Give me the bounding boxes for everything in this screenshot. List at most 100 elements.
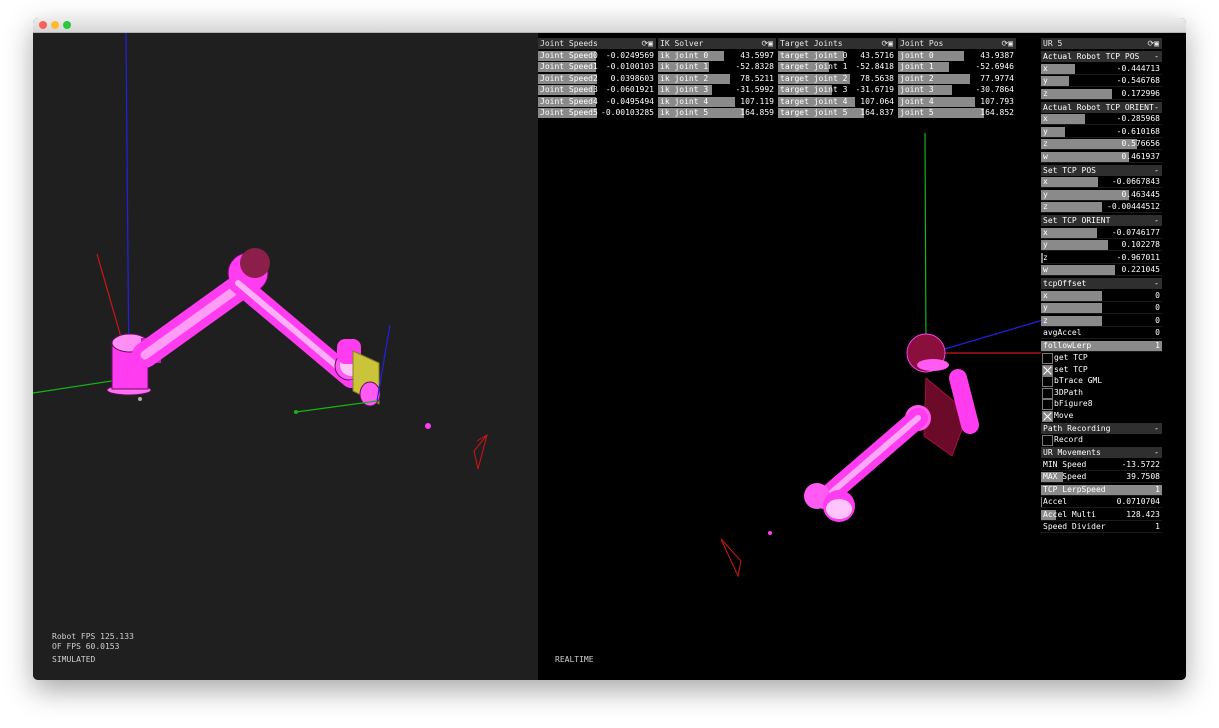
slider-target-joint-4[interactable]: target joint 4 107.064 xyxy=(778,96,896,107)
collapse-icon[interactable]: - xyxy=(1154,102,1159,113)
zoom-window-button[interactable] xyxy=(63,21,71,29)
slider-target-joint-3[interactable]: target joint 3 -31.6719 xyxy=(778,85,896,95)
checkbox[interactable] xyxy=(1042,435,1053,446)
slider-tcpoffset-z[interactable]: z0 xyxy=(1041,315,1162,327)
slider-set-tcp-orient-y[interactable]: y 0.102278 xyxy=(1041,240,1162,251)
slider-label: z xyxy=(1043,252,1048,262)
slider-value: -0.0100103 xyxy=(605,62,654,71)
panel-header[interactable]: Target Joints ⟳▣ xyxy=(778,38,896,49)
slider-actual-robot-tcp-pos-y[interactable]: y -0.546768 xyxy=(1041,76,1162,87)
slider-joint-speed5[interactable]: Joint Speed5 -0.00103285 xyxy=(538,108,656,118)
slider-fill xyxy=(1041,88,1113,99)
slider-accel-multi[interactable]: Accel Multi 128.423 xyxy=(1041,509,1162,521)
checkbox[interactable] xyxy=(1042,399,1053,410)
slider-ik-joint-5[interactable]: ik joint 5 164.859 xyxy=(658,108,776,118)
section-header-actual-robot-tcp-orient[interactable]: Actual Robot TCP ORIENT - xyxy=(1041,101,1162,113)
slider-ik-joint-3[interactable]: ik joint 3 -31.5992 xyxy=(658,85,776,95)
panel-header[interactable]: IK Solver ⟳▣ xyxy=(658,38,776,49)
panel-controls-icon[interactable]: ⟳▣ xyxy=(1147,38,1159,49)
collapse-icon[interactable]: - xyxy=(1154,215,1159,226)
panel-joint-pos[interactable]: Joint Pos ⟳▣ joint 0 43.9387 joint 1 -52.6946… xyxy=(898,38,1016,118)
slider-actual-robot-tcp-pos-x[interactable]: x -0.444713 xyxy=(1041,63,1162,75)
close-window-button[interactable] xyxy=(39,21,47,29)
slider-ik-joint-0[interactable]: ik joint 0 43.5997 xyxy=(658,50,776,61)
slider-target-joint-5[interactable]: target joint 5 164.837 xyxy=(778,108,896,118)
slider-speed-divider[interactable]: Speed Divider 1 xyxy=(1041,522,1162,533)
simulated-viewport[interactable]: Robot FPS 125.133 OF FPS 60.0153 SIMULAT… xyxy=(33,33,538,680)
collapse-icon[interactable]: - xyxy=(1154,165,1159,176)
slider-set-tcp-orient-x[interactable]: x -0.0746177 xyxy=(1041,227,1162,239)
toggle-btrace-gml[interactable]: bTrace GML xyxy=(1041,376,1162,387)
slider-joint-3[interactable]: joint 3 -30.7864 xyxy=(898,85,1016,95)
section-header-tcpoffset[interactable]: tcpOffset - xyxy=(1041,278,1162,289)
slider-joint-speed3[interactable]: Joint Speed3 -0.0601921 xyxy=(538,85,656,95)
slider-joint-speed1[interactable]: Joint Speed1 -0.0100103 xyxy=(538,62,656,72)
checkbox[interactable] xyxy=(1042,364,1053,376)
checkbox[interactable] xyxy=(1042,353,1053,364)
checkbox[interactable] xyxy=(1042,376,1053,387)
slider-ik-joint-4[interactable]: ik joint 4 107.119 xyxy=(658,96,776,107)
panel-target-joints[interactable]: Target Joints ⟳▣ target joint 0 43.5716 targ… xyxy=(778,38,896,118)
section-title: Set TCP ORIENT xyxy=(1043,216,1111,225)
ur5-panel-header[interactable]: UR 5 ⟳▣ xyxy=(1041,38,1162,49)
slider-set-tcp-orient-w[interactable]: w 0.221045 xyxy=(1041,265,1162,276)
slider-avg-accel[interactable]: avgAccel 0 xyxy=(1041,328,1162,339)
collapse-icon[interactable]: - xyxy=(1154,447,1159,458)
slider-target-joint-0[interactable]: target joint 0 43.5716 xyxy=(778,50,896,61)
collapse-icon[interactable]: - xyxy=(1154,51,1159,62)
slider-target-joint-1[interactable]: target joint 1 -52.8418 xyxy=(778,62,896,72)
slider-joint-0[interactable]: joint 0 43.9387 xyxy=(898,50,1016,61)
section-header-set-tcp-orient[interactable]: Set TCP ORIENT - xyxy=(1041,215,1162,226)
checkbox[interactable] xyxy=(1042,410,1053,422)
minimize-window-button[interactable] xyxy=(51,21,59,29)
slider-actual-robot-tcp-orient-w[interactable]: w 0.461937 xyxy=(1041,151,1162,163)
slider-set-tcp-pos-z[interactable]: z -0.00444512 xyxy=(1041,202,1162,213)
slider-tcpoffset-x[interactable]: x0 xyxy=(1041,290,1162,302)
section-header-path-recording[interactable]: Path Recording - xyxy=(1041,422,1162,434)
panel-ik-solver[interactable]: IK Solver ⟳▣ ik joint 0 43.5997 ik joint 1 -5… xyxy=(658,38,776,118)
slider-set-tcp-orient-z[interactable]: z -0.967011 xyxy=(1041,252,1162,264)
slider-joint-2[interactable]: joint 2 77.9774 xyxy=(898,73,1016,84)
slider-max-speed[interactable]: MAX Speed 39.7508 xyxy=(1041,472,1162,483)
panel-controls-icon[interactable]: ⟳▣ xyxy=(761,38,773,49)
checkbox[interactable] xyxy=(1042,387,1053,399)
collapse-icon[interactable]: - xyxy=(1154,278,1159,289)
toggle-set-tcp[interactable]: set TCP xyxy=(1041,364,1162,376)
toggle-get-tcp[interactable]: get TCP xyxy=(1041,353,1162,364)
slider-joint-speed4[interactable]: Joint Speed4 -0.0495494 xyxy=(538,96,656,107)
section-header-ur-movements[interactable]: UR Movements - xyxy=(1041,447,1162,458)
slider-ik-joint-1[interactable]: ik joint 1 -52.8328 xyxy=(658,62,776,72)
slider-actual-robot-tcp-pos-z[interactable]: z 0.172996 xyxy=(1041,88,1162,100)
panel-controls-icon[interactable]: ⟳▣ xyxy=(1001,38,1013,49)
slider-follow-lerp[interactable]: followLerp 1 xyxy=(1041,340,1162,352)
slider-joint-5[interactable]: joint 5 164.852 xyxy=(898,108,1016,118)
slider-joint-speed0[interactable]: Joint Speed0 -0.0249569 xyxy=(538,50,656,61)
toggle-move[interactable]: Move xyxy=(1041,410,1162,422)
panel-header[interactable]: Joint Speeds ⟳▣ xyxy=(538,38,656,49)
slider-min-speed[interactable]: MIN Speed -13.5722 xyxy=(1041,460,1162,471)
slider-actual-robot-tcp-orient-x[interactable]: x -0.285968 xyxy=(1041,114,1162,125)
slider-accel[interactable]: Accel 0.0710704 xyxy=(1041,497,1162,508)
slider-ik-joint-2[interactable]: ik joint 2 78.5211 xyxy=(658,73,776,84)
slider-joint-4[interactable]: joint 4 107.793 xyxy=(898,96,1016,107)
slider-set-tcp-pos-y[interactable]: y 0.463445 xyxy=(1041,189,1162,201)
panel-joint-speeds[interactable]: Joint Speeds ⟳▣ Joint Speed0 -0.0249569 Join… xyxy=(538,38,656,118)
slider-target-joint-2[interactable]: target joint 2 78.5638 xyxy=(778,73,896,84)
slider-set-tcp-pos-x[interactable]: x -0.0667843 xyxy=(1041,177,1162,188)
section-header-set-tcp-pos[interactable]: Set TCP POS - xyxy=(1041,164,1162,176)
toggle-bfigure8[interactable]: bFigure8 xyxy=(1041,399,1162,410)
slider-actual-robot-tcp-orient-z[interactable]: z 0.576656 xyxy=(1041,139,1162,150)
ur5-control-panel[interactable]: UR 5 ⟳▣ Actual Robot TCP POS - x -0.444713 y… xyxy=(1041,38,1162,533)
toggle-3dpath[interactable]: 3DPath xyxy=(1041,387,1162,399)
section-header-actual-robot-tcp-pos[interactable]: Actual Robot TCP POS - xyxy=(1041,51,1162,62)
slider-tcp-lerpspeed[interactable]: TCP LerpSpeed 1 xyxy=(1041,484,1162,496)
slider-joint-1[interactable]: joint 1 -52.6946 xyxy=(898,62,1016,72)
panel-header[interactable]: Joint Pos ⟳▣ xyxy=(898,38,1016,49)
slider-actual-robot-tcp-orient-y[interactable]: y -0.610168 xyxy=(1041,126,1162,138)
slider-tcpoffset-y[interactable]: y0 xyxy=(1041,303,1162,314)
panel-controls-icon[interactable]: ⟳▣ xyxy=(881,38,893,49)
toggle-record[interactable]: Record xyxy=(1041,435,1162,446)
panel-controls-icon[interactable]: ⟳▣ xyxy=(641,38,653,49)
slider-joint-speed2[interactable]: Joint Speed2 0.0398603 xyxy=(538,73,656,84)
collapse-icon[interactable]: - xyxy=(1154,423,1159,434)
